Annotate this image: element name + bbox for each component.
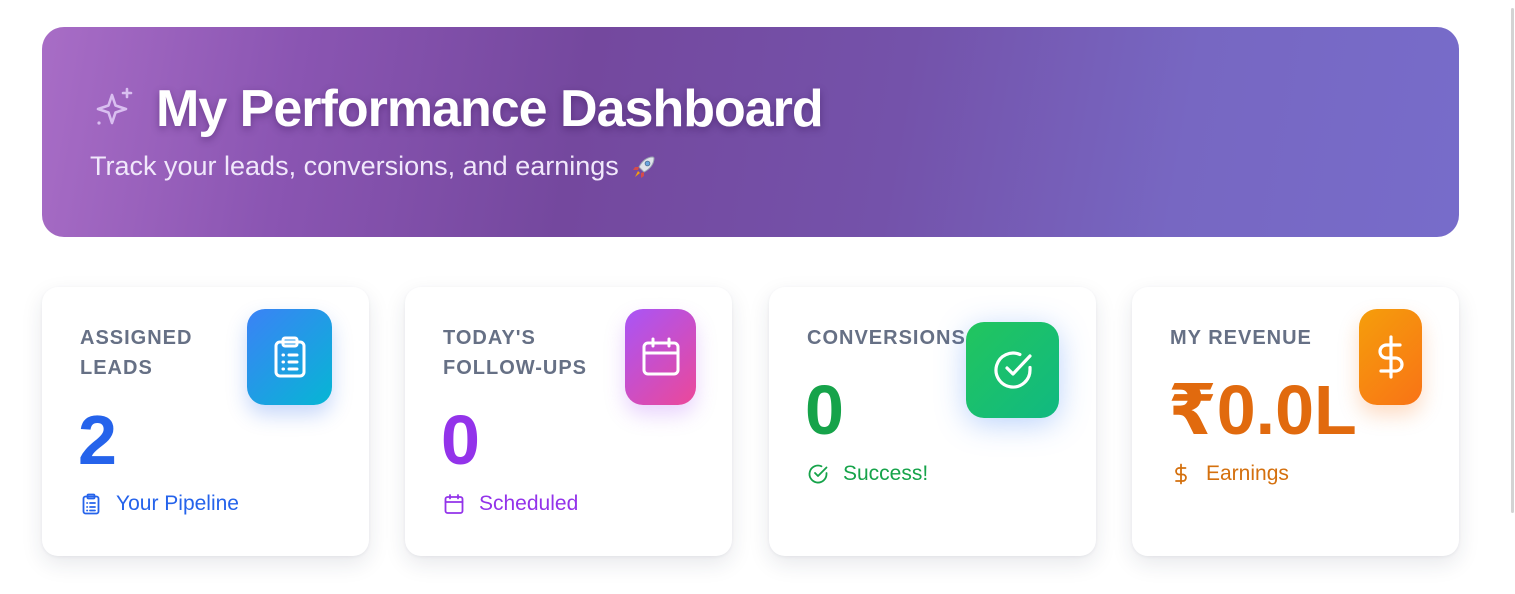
clipboard-tile [247, 309, 332, 405]
dollar-sign-icon [1175, 463, 1187, 485]
calendar-tile [625, 309, 696, 405]
check-circle-icon [993, 351, 1032, 389]
check-tile [966, 322, 1059, 418]
clipboard-list-icon [274, 336, 305, 378]
card-footer-text: Your Pipeline [116, 492, 239, 515]
card-value: 0 [805, 371, 844, 449]
card-value: 2 [78, 401, 117, 479]
my-revenue-card[interactable]: My Revenue ₹0.0L Earnings [1132, 287, 1459, 556]
card-footer: Scheduled [443, 492, 578, 516]
card-footer-text: Success! [843, 462, 929, 485]
calendar-icon [642, 337, 679, 376]
check-circle-icon [808, 464, 828, 484]
card-value: ₹0.0L [1168, 371, 1357, 449]
card-label: My Revenue [1170, 327, 1312, 349]
rocket-icon [632, 155, 655, 178]
scrollbar-thumb[interactable] [1511, 8, 1514, 513]
dollar-tile [1359, 309, 1422, 405]
card-label: Assigned Leads [80, 327, 193, 379]
todays-followups-card[interactable]: Today's Follow-ups 0 Scheduled [405, 287, 732, 556]
scrollbar[interactable] [1509, 0, 1515, 594]
card-footer: Success! [807, 462, 928, 486]
card-value: 0 [441, 401, 480, 479]
dashboard-header-banner: My Performance Dashboard Track your lead… [42, 27, 1459, 237]
dollar-sign-icon [1377, 335, 1404, 379]
page-subtitle: Track your leads, conversions, and earni… [90, 151, 619, 181]
sparkles-icon [96, 87, 133, 125]
conversions-card[interactable]: Conversions 0 Success! [769, 287, 1096, 556]
clipboard-list-icon [82, 493, 100, 515]
card-label: Today's Follow-ups [443, 327, 588, 379]
card-footer-text: Earnings [1206, 462, 1289, 485]
calendar-icon [444, 494, 464, 514]
header-title-row: My Performance Dashboard [90, 79, 824, 139]
card-label: Conversions [807, 327, 966, 349]
page-subtitle-row: Track your leads, conversions, and earni… [90, 151, 659, 182]
card-footer: Your Pipeline [80, 492, 239, 516]
page-title: My Performance Dashboard [156, 80, 824, 138]
assigned-leads-card[interactable]: Assigned Leads 2 Your Pipeline [42, 287, 369, 556]
card-footer-text: Scheduled [479, 492, 579, 515]
card-footer: Earnings [1170, 462, 1289, 486]
